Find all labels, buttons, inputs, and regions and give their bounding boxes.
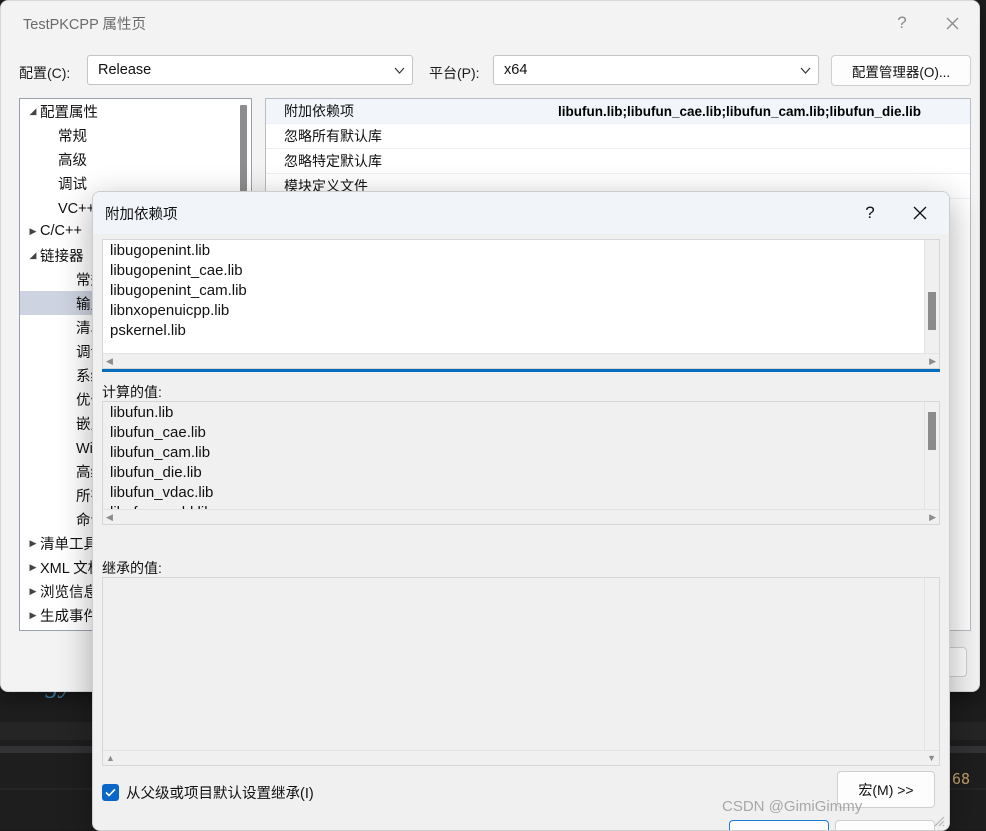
additional-dependencies-dialog: 附加依赖项 ? libugopenint.lib libugopenint_cae… — [92, 191, 950, 831]
configuration-value: Release — [98, 62, 152, 78]
arrow-left-icon[interactable]: ◀ — [103, 512, 116, 523]
chevron-expanded-icon[interactable]: ◢ — [26, 250, 40, 261]
tree-item-label: 浏览信息 — [40, 584, 98, 601]
chevron-expanded-icon[interactable]: ◢ — [26, 106, 40, 117]
dependencies-editor-vscrollbar[interactable] — [924, 240, 939, 354]
property-row[interactable]: 忽略特定默认库 — [266, 149, 970, 174]
evaluated-values-hscrollbar[interactable]: ◀ ▶ — [103, 509, 939, 524]
help-icon[interactable]: ? — [879, 1, 925, 45]
dependency-item[interactable]: pskernel.lib — [103, 321, 925, 341]
dependencies-editor[interactable]: libugopenint.lib libugopenint_cae.lib libu… — [102, 239, 940, 369]
tree-item-label: 链接器 — [40, 248, 84, 265]
arrow-right-icon[interactable]: ▶ — [926, 356, 939, 367]
evaluated-item[interactable]: libufun_cam.lib — [103, 443, 925, 463]
inherit-checkbox[interactable] — [102, 784, 119, 801]
tree-item-label: 配置属性 — [40, 104, 98, 121]
close-icon[interactable] — [929, 1, 975, 45]
arrow-down-icon[interactable]: ▼ — [924, 753, 939, 763]
tree-item[interactable]: ◢ 配置属性 — [20, 99, 251, 123]
inherited-values-vscrollbar[interactable] — [924, 578, 939, 751]
dependency-item[interactable]: libugopenint.lib — [103, 241, 925, 261]
evaluated-values-vscrollbar[interactable] — [924, 402, 939, 510]
inherited-values-items — [103, 579, 925, 750]
chevron-down-icon — [792, 67, 818, 74]
macro-button[interactable]: 宏(M) >> — [837, 771, 935, 808]
scrollbar-thumb[interactable] — [928, 412, 936, 450]
property-name: 附加依赖项 — [284, 103, 354, 119]
tree-item-label: 调试 — [58, 176, 87, 193]
tree-item[interactable]: 常规 — [20, 123, 251, 147]
configuration-row: 配置(C): Release 平台(P): x64 配置管理器(O)... — [1, 51, 979, 93]
background-line-number: 68 — [952, 770, 971, 788]
page-title: TestPKCPP 属性页 — [23, 17, 147, 33]
configuration-manager-button[interactable]: 配置管理器(O)... — [831, 55, 971, 86]
inherited-values-list[interactable]: ▲ ▼ — [102, 577, 940, 766]
cancel-button[interactable]: 取消 — [835, 820, 935, 830]
tree-item-label: 清单工具 — [40, 536, 98, 553]
evaluated-item[interactable]: libufun_vdac.lib — [103, 483, 925, 503]
window-title-bar: TestPKCPP 属性页 ? — [1, 1, 979, 45]
chevron-collapsed-icon[interactable]: ▶ — [26, 586, 40, 597]
inherited-values-hscrollbar[interactable]: ▲ ▼ — [103, 750, 939, 765]
chevron-down-icon — [386, 67, 412, 74]
focus-underline — [102, 369, 940, 372]
tree-item-label: 高级 — [58, 152, 87, 169]
evaluated-item[interactable]: libufun.lib — [103, 403, 925, 423]
property-name: 忽略所有默认库 — [284, 128, 382, 144]
chevron-collapsed-icon[interactable]: ▶ — [26, 562, 40, 573]
dependency-item[interactable]: libugopenint_cae.lib — [103, 261, 925, 281]
evaluated-values-list[interactable]: libufun.lib libufun_cae.lib libufun_cam.li… — [102, 401, 940, 525]
evaluated-item[interactable]: libufun_die.lib — [103, 463, 925, 483]
dialog-body: libugopenint.lib libugopenint_cae.lib libu… — [93, 234, 949, 830]
dependency-item[interactable]: libugopenint_cam.lib — [103, 281, 925, 301]
help-icon[interactable]: ? — [847, 192, 893, 234]
platform-value: x64 — [504, 62, 528, 78]
close-icon[interactable] — [897, 192, 943, 234]
dialog-title-bar: 附加依赖项 ? — [93, 192, 949, 235]
dependencies-editor-items: libugopenint.lib libugopenint_cae.lib libu… — [103, 241, 925, 353]
chevron-collapsed-icon[interactable]: ▶ — [26, 226, 40, 237]
tree-item-label: 常规 — [58, 128, 87, 145]
ok-button[interactable]: 确定 — [729, 820, 829, 830]
property-name: 忽略特定默认库 — [284, 153, 382, 169]
property-grid-rows: 附加依赖项 libufun.lib;libufun_cae.lib;libufun… — [266, 99, 970, 199]
inherit-checkbox-row[interactable]: 从父级或项目默认设置继承(I) — [102, 782, 314, 803]
chevron-collapsed-icon[interactable]: ▶ — [26, 538, 40, 549]
tree-item[interactable]: 高级 — [20, 147, 251, 171]
chevron-collapsed-icon[interactable]: ▶ — [26, 610, 40, 621]
scrollbar-thumb[interactable] — [928, 292, 936, 330]
arrow-up-icon[interactable]: ▲ — [103, 753, 118, 763]
dependencies-editor-hscrollbar[interactable]: ◀ ▶ — [103, 353, 939, 368]
platform-select[interactable]: x64 — [493, 55, 819, 85]
property-value[interactable]: libufun.lib;libufun_cae.lib;libufun_cam.… — [554, 104, 921, 119]
inherited-values-label: 继承的值: — [102, 560, 162, 576]
tree-item-label: C/C++ — [40, 223, 82, 239]
configuration-label: 配置(C): — [19, 65, 71, 81]
configuration-select[interactable]: Release — [87, 55, 413, 85]
evaluated-values-label: 计算的值: — [102, 384, 162, 400]
property-row[interactable]: 附加依赖项 libufun.lib;libufun_cae.lib;libufun… — [266, 99, 970, 124]
evaluated-item[interactable]: libufun_cae.lib — [103, 423, 925, 443]
arrow-left-icon[interactable]: ◀ — [103, 356, 116, 367]
inherit-checkbox-label: 从父级或项目默认设置继承(I) — [126, 786, 314, 802]
tree-item-label: 生成事件 — [40, 608, 98, 625]
arrow-right-icon[interactable]: ▶ — [926, 512, 939, 523]
evaluated-values-items: libufun.lib libufun_cae.lib libufun_cam.li… — [103, 403, 925, 509]
dependency-item[interactable]: libnxopenuicpp.lib — [103, 301, 925, 321]
dialog-title: 附加依赖项 — [105, 207, 178, 223]
platform-label: 平台(P): — [429, 65, 480, 81]
resize-grip[interactable] — [933, 815, 945, 827]
property-row[interactable]: 忽略所有默认库 — [266, 124, 970, 149]
